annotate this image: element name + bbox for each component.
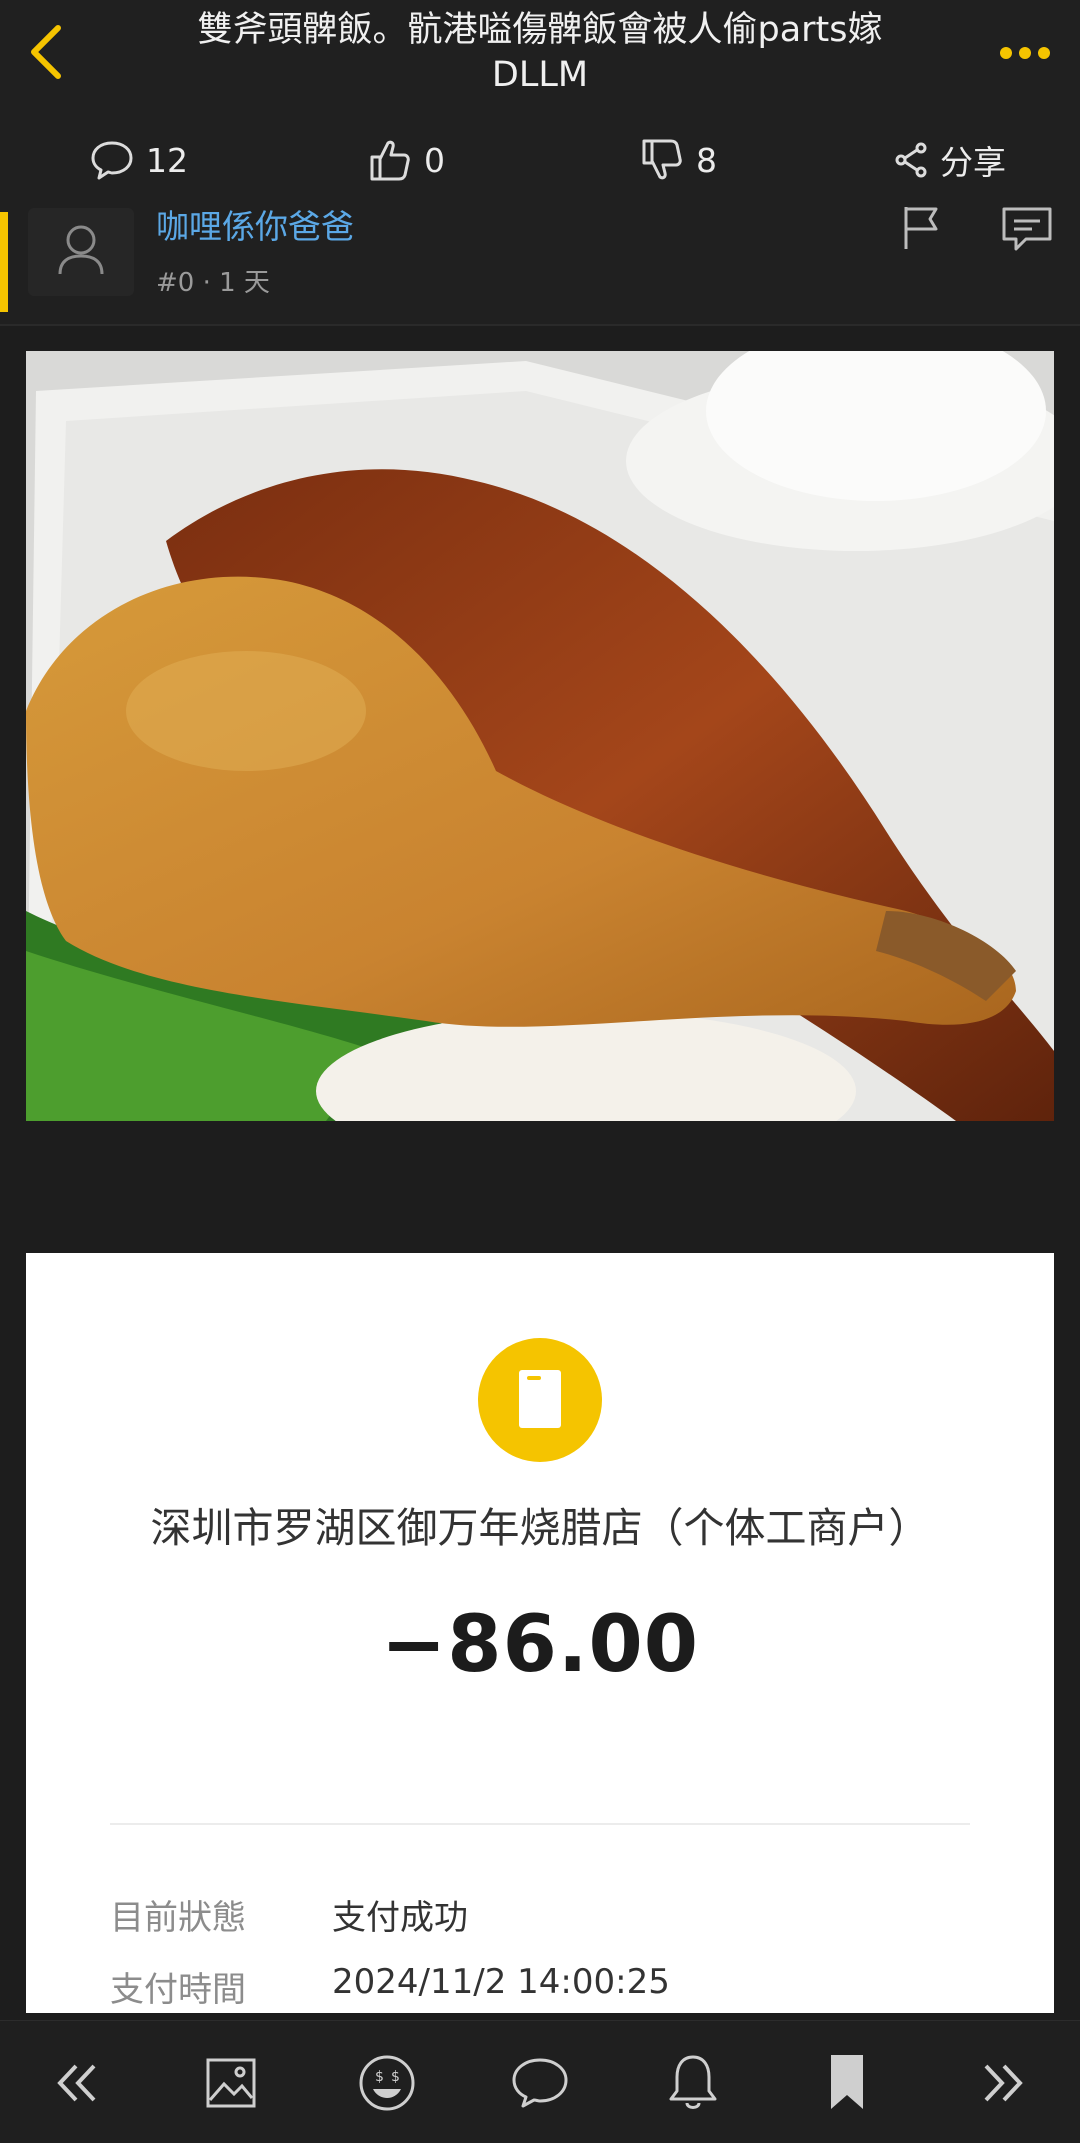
- time-label: 支付時間: [110, 1970, 246, 2010]
- comment-count: 12: [146, 140, 188, 180]
- comment-icon: [512, 2058, 568, 2108]
- thumbs-down-icon: [642, 139, 682, 180]
- image-icon: [206, 2058, 256, 2108]
- post-meta: #0 · 1 天: [156, 262, 270, 299]
- roast-goose-photo: [26, 351, 1054, 1121]
- back-button[interactable]: [26, 22, 76, 82]
- more-button[interactable]: [1000, 44, 1060, 59]
- like-button[interactable]: 0: [368, 130, 445, 190]
- avatar[interactable]: [28, 208, 134, 296]
- bell-icon: [669, 2055, 717, 2109]
- time-value: 2024/11/2 14:00:25: [332, 1962, 670, 2002]
- dislike-button[interactable]: 8: [640, 130, 717, 190]
- post-age: · 1 天: [202, 268, 270, 298]
- flag-icon: [904, 207, 938, 249]
- quote-reply-button[interactable]: [1000, 205, 1054, 259]
- more-dots-icon: [1000, 44, 1057, 63]
- thumbs-up-icon: [370, 140, 410, 181]
- emoji-button[interactable]: $ $: [352, 2048, 422, 2118]
- share-button[interactable]: 分享: [894, 130, 1006, 190]
- dislike-count: 8: [696, 140, 717, 180]
- merchant-name: 深圳市罗湖区御万年烧腊店（个体工商户）: [150, 1504, 930, 1552]
- share-icon: [895, 142, 927, 178]
- username[interactable]: 咖哩係你爸爸: [156, 200, 354, 248]
- post-number: #0: [156, 268, 195, 298]
- bookmark-icon: [831, 2055, 863, 2109]
- status-label: 目前狀態: [110, 1898, 246, 1938]
- thread-title: 雙斧頭髀飯。骯港嗌傷髀飯會被人偷parts嫁DLLM: [197, 10, 883, 95]
- double-chevron-right-icon: [984, 2064, 1023, 2102]
- emoji-icon: $ $: [359, 2055, 415, 2111]
- svg-text:$: $: [391, 2069, 400, 2085]
- svg-text:$: $: [375, 2069, 384, 2085]
- bookmark-button[interactable]: [812, 2048, 882, 2118]
- status-value: 支付成功: [332, 1898, 468, 1938]
- chevron-left-icon: [31, 25, 61, 79]
- previous-page-button[interactable]: [42, 2048, 112, 2118]
- receipt-divider: [110, 1823, 970, 1825]
- share-label: 分享: [940, 143, 1006, 182]
- next-page-button[interactable]: [968, 2048, 1038, 2118]
- accent-bar: [0, 212, 8, 312]
- payment-amount: −86.00: [380, 1600, 700, 1690]
- image-mode-button[interactable]: [196, 2048, 266, 2118]
- comment-bubble-icon: [91, 141, 133, 180]
- post-image[interactable]: [26, 351, 1054, 1121]
- notification-button[interactable]: [658, 2048, 728, 2118]
- double-chevron-left-icon: [57, 2064, 96, 2102]
- reply-button[interactable]: [505, 2048, 575, 2118]
- reply-bubble-icon: [1002, 207, 1052, 251]
- like-count: 0: [424, 140, 445, 180]
- user-icon: [58, 225, 104, 275]
- receipt-icon: [478, 1338, 602, 1462]
- report-button[interactable]: [900, 205, 944, 259]
- comment-count-button[interactable]: 12: [90, 130, 188, 190]
